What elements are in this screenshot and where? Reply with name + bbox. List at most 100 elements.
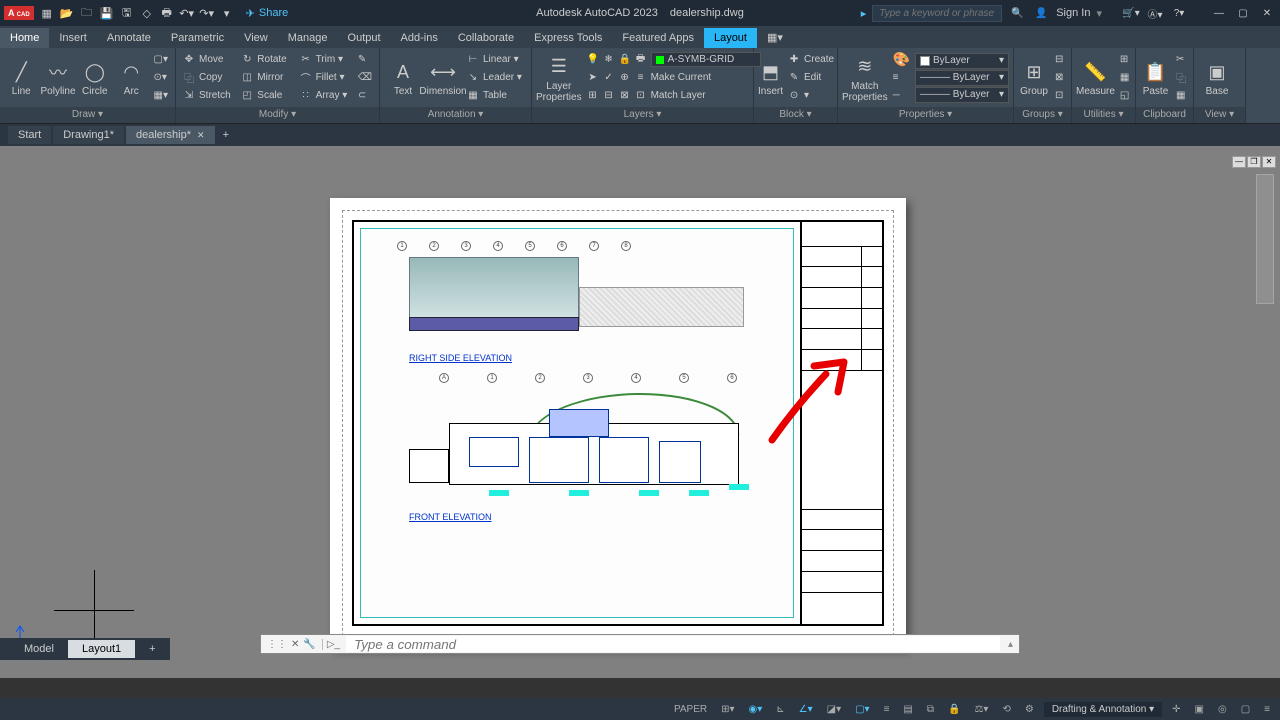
group-ext2-icon[interactable]: ⊠ bbox=[1052, 69, 1066, 86]
copy-button[interactable]: ⿻Copy bbox=[180, 69, 236, 86]
status-space-toggle[interactable]: PAPER bbox=[670, 702, 711, 717]
command-input[interactable] bbox=[346, 636, 1000, 652]
status-isolate-icon[interactable]: ◎ bbox=[1214, 702, 1231, 717]
group-ext1-icon[interactable]: ⊟ bbox=[1052, 51, 1066, 68]
lineweight-icon[interactable]: ≡ bbox=[890, 69, 913, 86]
tab-annotate[interactable]: Annotate bbox=[97, 28, 161, 48]
user-icon[interactable]: 👤 bbox=[1032, 4, 1050, 22]
status-sync-icon[interactable]: ⟲ bbox=[998, 702, 1014, 717]
status-ortho-icon[interactable]: ⊾ bbox=[772, 702, 788, 717]
doc-minimize-button[interactable]: — bbox=[1232, 156, 1246, 168]
panel-properties-title[interactable]: Properties ▾ bbox=[838, 107, 1013, 123]
tab-addins[interactable]: Add-ins bbox=[391, 28, 448, 48]
search-icon[interactable]: 🔍 bbox=[1008, 4, 1026, 22]
status-osnap-icon[interactable]: ▢▾ bbox=[851, 702, 873, 717]
arc-button[interactable]: ◠Arc bbox=[114, 51, 149, 105]
filexecutning-dealership[interactable]: dealership*✕ bbox=[126, 126, 215, 144]
layouttab-model[interactable]: Model bbox=[10, 640, 68, 658]
panel-groups-title[interactable]: Groups ▾ bbox=[1014, 107, 1071, 123]
qat-new-icon[interactable]: ▦ bbox=[38, 4, 56, 22]
doc-close-button[interactable]: ✕ bbox=[1262, 156, 1276, 168]
util-ext2-icon[interactable]: ▦ bbox=[1117, 69, 1132, 86]
status-clean-icon[interactable]: ▢ bbox=[1237, 702, 1254, 717]
modify-ext1-button[interactable]: ✎ bbox=[355, 51, 375, 68]
canvas-area[interactable]: — ❐ ✕ 1 2 3 4 5 6 bbox=[0, 146, 1280, 678]
linear-button[interactable]: ⊢Linear ▾ bbox=[464, 51, 527, 68]
trim-button[interactable]: ✂Trim ▾ bbox=[297, 51, 353, 68]
status-hardware-icon[interactable]: ▣ bbox=[1191, 702, 1208, 717]
qat-dropdown-icon[interactable]: ▾ bbox=[218, 4, 236, 22]
color-wheel-icon[interactable]: 🎨 bbox=[890, 51, 913, 68]
draw-ext3-button[interactable]: ▦▾ bbox=[151, 87, 171, 104]
panel-layers-title[interactable]: Layers ▾ bbox=[532, 107, 753, 123]
qat-open-icon[interactable]: 📂 bbox=[58, 4, 76, 22]
match-properties-button[interactable]: ≋Match Properties bbox=[842, 51, 888, 105]
layer-freeze-icon[interactable]: ❄ bbox=[603, 54, 615, 65]
draw-ext1-button[interactable]: ▢▾ bbox=[151, 51, 171, 68]
tab-layout[interactable]: Layout bbox=[704, 28, 757, 48]
scale-button[interactable]: ◰Scale bbox=[238, 87, 294, 104]
match-layer-button[interactable]: ⊞⊟⊠⊡ Match Layer bbox=[584, 87, 764, 104]
panel-draw-title[interactable]: Draw ▾ bbox=[0, 107, 175, 123]
tab-insert[interactable]: Insert bbox=[49, 28, 97, 48]
status-lwt-icon[interactable]: ≡ bbox=[880, 702, 894, 717]
base-view-button[interactable]: ▣Base bbox=[1198, 51, 1236, 105]
util-ext1-icon[interactable]: ⊞ bbox=[1117, 51, 1132, 68]
status-grid-icon[interactable]: ⊞▾ bbox=[717, 702, 738, 717]
doc-restore-button[interactable]: ❐ bbox=[1247, 156, 1261, 168]
panel-view-title[interactable]: View ▾ bbox=[1194, 107, 1245, 123]
leader-button[interactable]: ↘Leader ▾ bbox=[464, 69, 527, 86]
cmdline-close-icon[interactable]: ✕ bbox=[291, 639, 299, 650]
clip-ext-icon[interactable]: ▦ bbox=[1173, 87, 1189, 104]
panel-annotation-title[interactable]: Annotation ▾ bbox=[380, 107, 531, 123]
share-button[interactable]: ✈ Share bbox=[246, 7, 289, 20]
status-selection-icon[interactable]: ⧉ bbox=[923, 702, 938, 717]
layer-on-icon[interactable]: 💡 bbox=[587, 54, 599, 65]
tab-home[interactable]: Home bbox=[0, 28, 49, 48]
status-iso-icon[interactable]: ◪▾ bbox=[823, 702, 845, 717]
close-button[interactable]: ✕ bbox=[1258, 4, 1276, 22]
insert-block-button[interactable]: ⬒Insert bbox=[758, 51, 783, 105]
cart-icon[interactable]: 🛒▾ bbox=[1122, 4, 1140, 22]
workspace-combo[interactable]: Drafting & Annotation ▾ bbox=[1044, 702, 1162, 717]
layouttab-layout1[interactable]: Layout1 bbox=[68, 640, 135, 658]
color-combo[interactable]: ByLayer▾ bbox=[915, 53, 1009, 69]
group-ext3-icon[interactable]: ⊡ bbox=[1052, 87, 1066, 104]
copy-clip-icon[interactable]: ⿻ bbox=[1173, 69, 1189, 86]
qat-undo-icon[interactable]: ↶▾ bbox=[178, 4, 196, 22]
layer-combo[interactable]: A-SYMB-GRID bbox=[651, 52, 761, 67]
array-button[interactable]: ∷Array ▾ bbox=[297, 87, 353, 104]
cmdline-config-icon[interactable]: 🔧 bbox=[303, 639, 315, 650]
viewport[interactable]: 1 2 3 4 5 6 7 8 RIGHT SIDE ELEVATI bbox=[360, 228, 794, 618]
filetab-start[interactable]: Start bbox=[8, 126, 51, 144]
sign-in-button[interactable]: Sign In bbox=[1056, 7, 1090, 19]
cmdline-history-icon[interactable]: ▴ bbox=[1002, 639, 1019, 650]
table-button[interactable]: ▦Table bbox=[464, 87, 527, 104]
tab-express-tools[interactable]: Express Tools bbox=[524, 28, 612, 48]
tab-featured-apps[interactable]: Featured Apps bbox=[612, 28, 704, 48]
paper-sheet[interactable]: 1 2 3 4 5 6 7 8 RIGHT SIDE ELEVATI bbox=[330, 198, 906, 648]
qat-redo-icon[interactable]: ↷▾ bbox=[198, 4, 216, 22]
measure-button[interactable]: 📏Measure bbox=[1076, 51, 1115, 105]
move-button[interactable]: ✥Move bbox=[180, 51, 236, 68]
tab-manage[interactable]: Manage bbox=[278, 28, 338, 48]
qat-plot-icon[interactable]: 🖶 bbox=[158, 4, 176, 22]
new-tab-button[interactable]: + bbox=[217, 126, 235, 144]
navigation-bar[interactable] bbox=[1256, 174, 1274, 304]
layer-properties-button[interactable]: ☰Layer Properties bbox=[536, 51, 582, 105]
line-button[interactable]: ╱Line bbox=[4, 51, 39, 105]
close-tab-icon[interactable]: ✕ bbox=[197, 130, 205, 141]
tab-output[interactable]: Output bbox=[338, 28, 391, 48]
paste-button[interactable]: 📋Paste bbox=[1140, 51, 1171, 105]
group-button[interactable]: ⊞Group bbox=[1018, 51, 1050, 105]
filetab-drawing1[interactable]: Drawing1* bbox=[53, 126, 124, 144]
app-store-icon[interactable]: Ⓐ▾ bbox=[1146, 4, 1164, 22]
status-monitor-icon[interactable]: ✛ bbox=[1168, 702, 1184, 717]
lineweight-combo[interactable]: ——— ByLayer▾ bbox=[915, 70, 1009, 86]
tab-parametric[interactable]: Parametric bbox=[161, 28, 234, 48]
modify-ext3-button[interactable]: ⊂ bbox=[355, 87, 375, 104]
make-current-button[interactable]: ➤✓⊕≡ Make Current bbox=[584, 69, 764, 86]
create-block-button[interactable]: ✚Create bbox=[785, 51, 837, 68]
fillet-button[interactable]: ⌒Fillet ▾ bbox=[297, 69, 353, 86]
tab-extra-icon[interactable]: ▦▾ bbox=[757, 27, 793, 48]
